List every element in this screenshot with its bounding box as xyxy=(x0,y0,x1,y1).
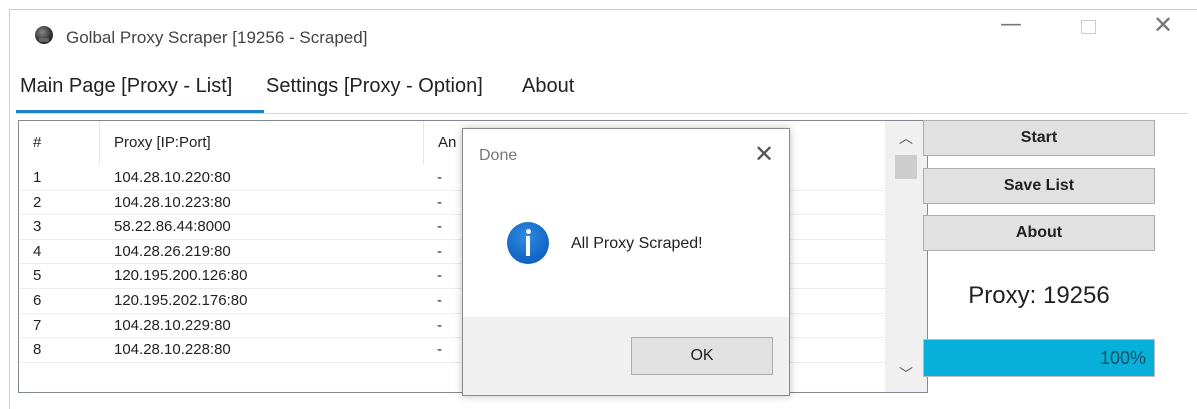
row-number: 5 xyxy=(33,267,42,285)
maximize-icon xyxy=(1081,20,1096,34)
row-proxy: 104.28.10.220:80 xyxy=(114,169,231,186)
row-number: 7 xyxy=(33,316,42,334)
row-number: 3 xyxy=(33,218,42,236)
row-proxy: 58.22.86.44:8000 xyxy=(114,218,231,236)
window-title: Golbal Proxy Scraper [19256 - Scraped] xyxy=(66,28,368,47)
tab-divider xyxy=(16,113,1188,114)
tab-settings[interactable]: Settings [Proxy - Option] xyxy=(266,75,483,98)
scroll-thumb[interactable] xyxy=(895,155,917,179)
progress-text: 100% xyxy=(1099,348,1146,368)
column-header-number[interactable]: # xyxy=(19,121,100,165)
row-number: 1 xyxy=(33,169,42,186)
row-proxy: 104.28.10.223:80 xyxy=(114,193,231,211)
row-proxy: 120.195.200.126:80 xyxy=(114,267,248,285)
info-icon-bar xyxy=(526,236,530,256)
row-number: 6 xyxy=(33,291,42,309)
row-number: 4 xyxy=(33,242,42,260)
start-button[interactable]: Start xyxy=(923,120,1155,156)
row-proxy: 104.28.26.219:80 xyxy=(114,242,231,260)
info-icon-dot xyxy=(525,229,531,234)
dialog-footer: OK xyxy=(463,317,789,395)
row-proxy: 104.28.10.228:80 xyxy=(114,341,231,359)
column-header-proxy[interactable]: Proxy [IP:Port] xyxy=(100,121,424,165)
dialog-title: Done xyxy=(479,147,518,164)
row-number: 2 xyxy=(33,193,42,211)
app-globe-icon xyxy=(35,26,53,44)
done-dialog: Done ✕ All Proxy Scraped! OK xyxy=(462,128,790,396)
scroll-up-icon[interactable]: ︿ xyxy=(893,127,919,151)
maximize-button[interactable] xyxy=(1067,8,1107,42)
about-button[interactable]: About xyxy=(923,215,1155,251)
progress-bar: 100% xyxy=(923,339,1155,377)
scroll-down-icon[interactable]: ﹀ xyxy=(893,363,919,387)
save-list-button[interactable]: Save List xyxy=(923,168,1155,204)
tab-main-page[interactable]: Main Page [Proxy - List] xyxy=(20,75,232,98)
row-number: 8 xyxy=(33,341,42,359)
dialog-close-button[interactable]: ✕ xyxy=(749,139,779,169)
proxy-count-label: Proxy: 19256 xyxy=(968,282,1110,309)
minimize-button[interactable]: — xyxy=(991,8,1031,42)
row-proxy: 120.195.202.176:80 xyxy=(114,291,248,309)
close-button[interactable]: ✕ xyxy=(1143,8,1183,42)
info-icon xyxy=(507,222,549,264)
row-proxy: 104.28.10.229:80 xyxy=(114,316,231,334)
vertical-scrollbar[interactable]: ︿ ﹀ xyxy=(885,121,927,392)
dialog-message: All Proxy Scraped! xyxy=(571,235,703,252)
tab-about[interactable]: About xyxy=(522,75,574,98)
ok-button[interactable]: OK xyxy=(631,337,773,375)
